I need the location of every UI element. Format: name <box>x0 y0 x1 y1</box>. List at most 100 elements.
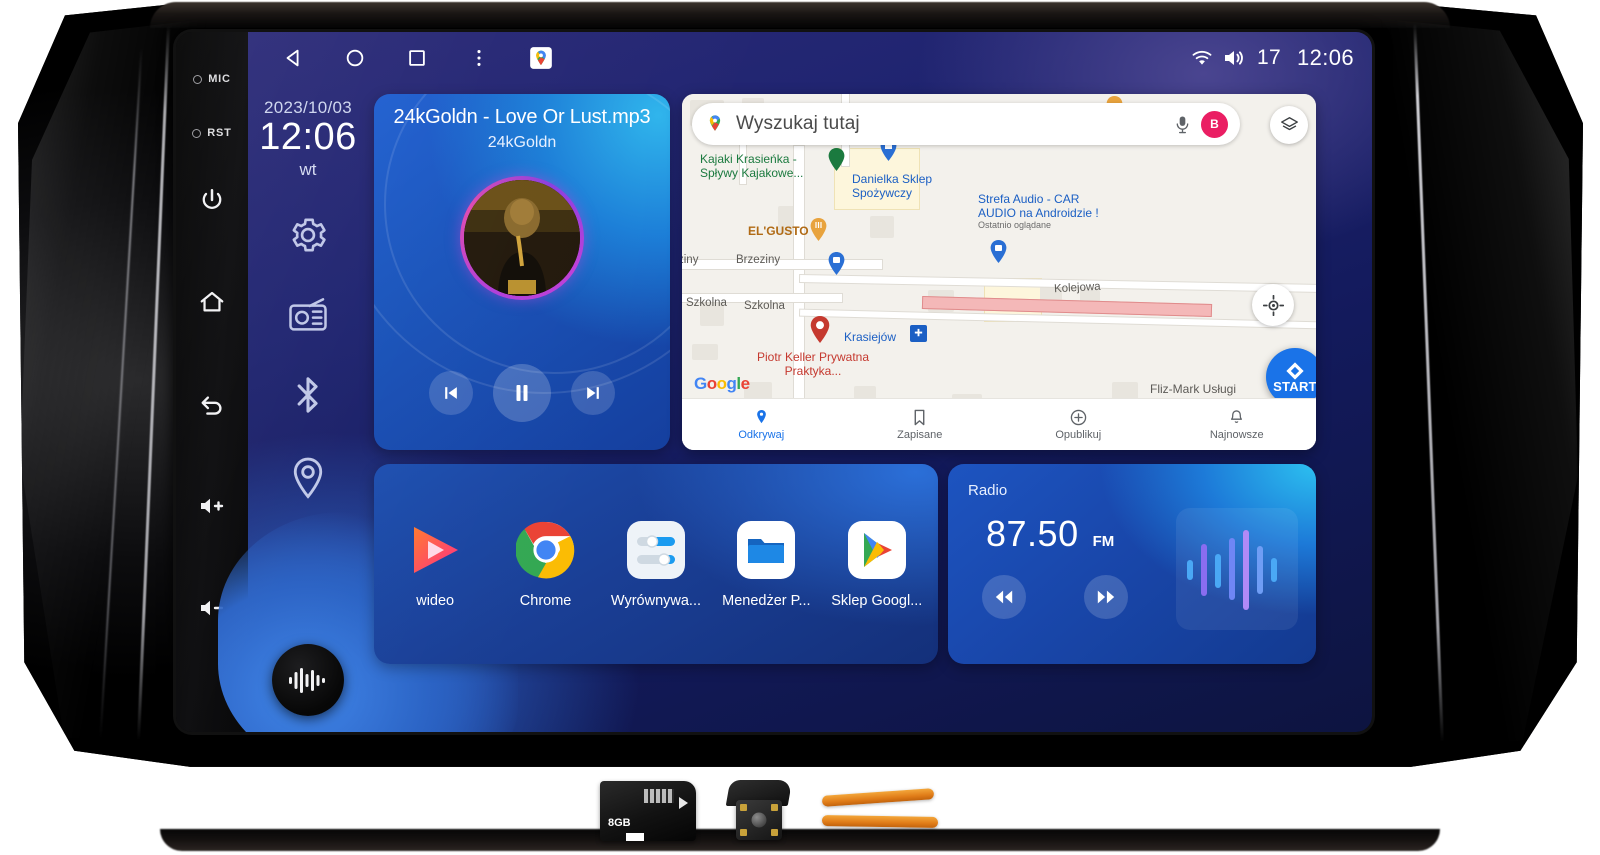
back-button[interactable] <box>192 384 232 424</box>
map-nav-label: Najnowsze <box>1209 428 1264 441</box>
my-location-icon <box>1262 294 1284 316</box>
plus-circle-icon <box>1070 409 1086 425</box>
app-label: Wyrównywa... <box>610 593 702 609</box>
quick-navigation-button[interactable] <box>288 455 328 506</box>
power-button[interactable] <box>192 180 232 220</box>
app-icon <box>404 519 466 581</box>
map-search-input[interactable]: Wyszukaj tutaj <box>736 113 1164 135</box>
map-nav-label: Zapisane <box>897 428 943 441</box>
square-recents-icon <box>409 50 425 66</box>
poi-text: Kajaki Krasieńka - Spływy Kajakowe... <box>700 152 804 181</box>
poi-label: Krasiejów <box>844 330 897 344</box>
app-icon <box>735 519 797 581</box>
map-nav-saved[interactable]: Zapisane <box>841 409 1000 441</box>
map-layers-button[interactable] <box>1270 106 1308 144</box>
poi-label: Kajaki Krasieńka - Spływy Kajakowe... <box>700 152 820 180</box>
microsd-capacity: 8GB <box>608 817 631 829</box>
navigation-arrow-icon <box>1286 361 1304 380</box>
map-pin-green[interactable] <box>828 148 845 171</box>
track-artist: 24kGoldn <box>487 134 557 151</box>
poi-label: Piotr Keller Prywatna Praktyka... <box>754 350 872 378</box>
quick-bluetooth-button[interactable] <box>289 374 327 421</box>
quick-settings-button[interactable] <box>287 214 329 261</box>
user-avatar[interactable]: B <box>1201 110 1228 138</box>
pause-icon <box>516 385 528 401</box>
volume-up-button[interactable] <box>192 486 232 526</box>
map-nav-updates[interactable]: Najnowsze <box>1158 409 1317 441</box>
circle-home-icon <box>346 49 364 67</box>
radio-seek-forward-button[interactable] <box>1084 575 1128 619</box>
nav-back-button[interactable] <box>262 35 324 81</box>
map-pin-bank[interactable] <box>828 252 845 275</box>
accessory-rear-camera <box>722 780 796 842</box>
touchscreen: MIC RST 17 12:06 2023/10/03 12:06 wt 24k… <box>176 32 1372 732</box>
volume-level: 17 <box>1256 46 1281 69</box>
video-player-icon <box>414 527 459 573</box>
map-nav-label: Odkrywaj <box>738 428 785 441</box>
datetime-widget[interactable]: 2023/10/03 12:06 wt <box>259 84 357 180</box>
home-button[interactable] <box>192 282 232 322</box>
pause-button[interactable] <box>493 364 551 422</box>
widget-weekday: wt <box>299 159 317 179</box>
start-label: START <box>1273 378 1316 394</box>
google-maps-widget[interactable]: ziny Brzeziny Szkolna Szkolna Kolejowa K… <box>682 94 1316 450</box>
app-label: Chrome <box>519 593 572 609</box>
map-pin-shop[interactable] <box>990 240 1007 263</box>
kebab-menu-icon <box>477 50 481 66</box>
album-art-image <box>464 180 580 296</box>
map-search-bar[interactable]: Wyszukaj tutaj B <box>692 103 1240 145</box>
triangle-back-icon <box>286 49 299 67</box>
google-play-icon <box>847 521 906 579</box>
music-player-widget[interactable]: 24kGoldn - Love Or Lust.mp3 24kGoldn <box>374 94 670 450</box>
app-equalizer[interactable]: Wyrównywa... <box>604 519 708 609</box>
previous-track-button[interactable] <box>429 371 473 415</box>
next-track-button[interactable] <box>571 371 615 415</box>
nav-recents-button[interactable] <box>386 35 448 81</box>
quick-access-column: 2023/10/03 12:06 wt <box>248 84 368 732</box>
map-pin-restaurant[interactable] <box>810 218 827 241</box>
street-label: Szkolna <box>744 300 785 312</box>
fast-forward-icon <box>1097 590 1115 604</box>
home-icon <box>200 291 224 312</box>
head-unit-top-edge <box>150 2 1450 28</box>
album-art <box>460 176 584 300</box>
radio-seek-back-button[interactable] <box>982 575 1026 619</box>
poi-text: Piotr Keller Prywatna Praktyka... <box>756 350 870 379</box>
music-controls <box>374 364 670 422</box>
radio-band: FM <box>1092 533 1115 550</box>
radio-widget[interactable]: Radio 87.50 FM <box>948 464 1316 664</box>
bell-icon <box>1231 409 1243 423</box>
microsd-arrow-icon <box>679 797 688 809</box>
map-nav-contribute[interactable]: Opublikuj <box>999 409 1158 441</box>
voice-assistant-button[interactable] <box>272 644 344 716</box>
app-file-manager[interactable]: Menedżer P... <box>714 519 818 609</box>
status-indicators: 17 12:06 <box>1191 45 1354 71</box>
nav-home-button[interactable] <box>324 35 386 81</box>
android-home-screen: 17 12:06 2023/10/03 12:06 wt 24kGoldn - … <box>218 32 1372 732</box>
camera-lens <box>751 812 767 828</box>
map-nav-explore[interactable]: Odkrywaj <box>682 409 841 441</box>
microsd-logo <box>644 789 674 803</box>
explore-pin-icon <box>756 409 766 423</box>
back-icon <box>201 396 222 415</box>
quick-radio-button[interactable] <box>286 295 330 340</box>
audio-bars-icon <box>1187 530 1277 610</box>
nav-maps-shortcut[interactable] <box>510 35 572 81</box>
skip-previous-icon <box>445 387 457 399</box>
app-wideo[interactable]: wideo <box>383 519 487 609</box>
app-play-store[interactable]: Sklep Googl... <box>825 519 929 609</box>
app-chrome[interactable]: Chrome <box>494 519 598 609</box>
reset-indicator: RST <box>192 118 231 148</box>
google-maps-pin-icon <box>709 115 721 131</box>
poi-label: Strefa Audio - CAR AUDIO na Androidzie !… <box>978 192 1118 231</box>
nav-overflow-button[interactable] <box>448 35 510 81</box>
map-pin-clinic[interactable] <box>810 316 830 343</box>
microphone-icon[interactable] <box>1174 115 1191 134</box>
poi-text: Danielka Sklep Spożywczy <box>852 172 933 201</box>
map-canvas[interactable]: ziny Brzeziny Szkolna Szkolna Kolejowa K… <box>682 94 1316 450</box>
map-icon-hospital[interactable] <box>910 325 927 342</box>
radio-icon <box>289 297 327 331</box>
radio-frequency: 87.50 <box>986 513 1079 554</box>
my-location-button[interactable] <box>1252 284 1294 326</box>
reset-label: RST <box>207 127 232 139</box>
